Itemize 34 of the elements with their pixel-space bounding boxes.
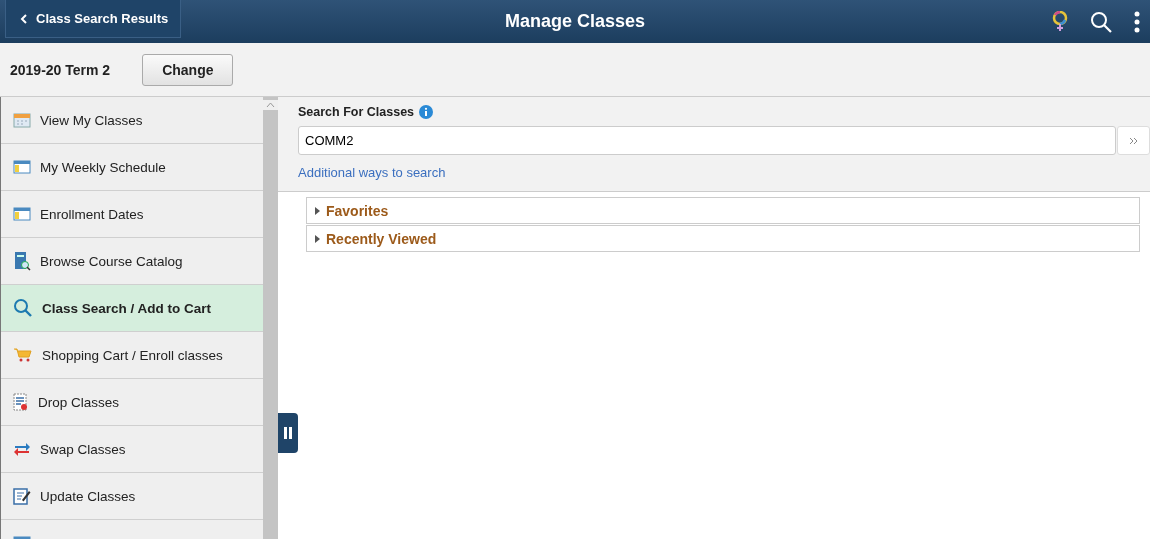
sidebar-item[interactable]: View My Classes <box>1 97 263 144</box>
search-icon[interactable] <box>1090 10 1112 33</box>
collapsible-section[interactable]: Favorites <box>306 197 1140 224</box>
calendar-icon <box>13 112 31 128</box>
schedule-icon <box>13 160 31 174</box>
sidebar-item[interactable]: Update Classes <box>1 473 263 520</box>
additional-search-link[interactable]: Additional ways to search <box>298 165 446 180</box>
drop-list-icon <box>13 393 29 411</box>
term-label: 2019-20 Term 2 <box>10 61 111 78</box>
change-button[interactable]: Change <box>142 53 234 86</box>
caret-right-icon <box>314 234 321 243</box>
sidebar-item[interactable]: Class Search / Add to Cart <box>1 285 263 332</box>
cart-icon <box>13 347 33 363</box>
schedule-icon <box>13 207 31 221</box>
search-label: Search For Classes <box>298 105 415 119</box>
info-icon[interactable] <box>419 105 434 119</box>
sidebar-item[interactable]: Drop Classes <box>1 379 263 426</box>
sidebar-item[interactable]: Enrollment Dates <box>1 191 263 238</box>
page-title: Manage Classes <box>504 11 646 32</box>
double-chevron-icon <box>1129 136 1138 145</box>
collapse-handle[interactable] <box>278 413 298 453</box>
back-button[interactable]: Class Search Results <box>5 0 182 38</box>
sidebar-item[interactable]: My Weekly Schedule <box>1 144 263 191</box>
swap-arrows-icon <box>13 441 31 457</box>
scroll-bar[interactable] <box>263 97 278 539</box>
more-menu-icon[interactable] <box>1134 10 1140 33</box>
search-icon <box>13 298 33 318</box>
search-field[interactable]: COMM2 <box>298 126 1116 155</box>
edit-document-icon <box>13 487 31 505</box>
collapsible-section[interactable]: Recently Viewed <box>306 225 1140 252</box>
chevron-left-icon <box>20 13 28 24</box>
pause-icon <box>284 427 292 439</box>
catalog-icon <box>13 251 31 271</box>
caret-right-icon <box>314 206 321 215</box>
